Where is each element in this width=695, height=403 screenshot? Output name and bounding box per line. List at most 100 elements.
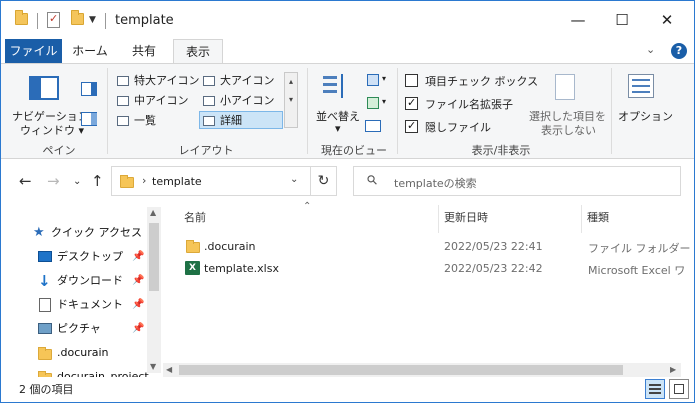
minimize-button[interactable]: — (563, 7, 593, 33)
options-icon[interactable] (628, 74, 654, 98)
up-arrow-icon[interactable]: ↑ (91, 172, 104, 190)
quick-access-dropdown-icon[interactable]: ▼ (89, 15, 96, 25)
navpane-item-quick-access[interactable]: ★ クイック アクセス (1, 222, 147, 244)
size-columns-icon[interactable] (365, 120, 381, 132)
pin-icon[interactable]: 📌 (132, 270, 144, 292)
options-label[interactable]: オプション (618, 108, 673, 124)
tab-view[interactable]: 表示 (173, 39, 223, 64)
small-icons-icon (203, 96, 215, 106)
scroll-down-arrow-icon[interactable]: ▼ (150, 362, 156, 371)
close-button[interactable]: ✕ (652, 7, 682, 33)
file-name-extensions-label[interactable]: ファイル名拡張子 (425, 96, 513, 112)
back-arrow-icon[interactable]: ← (19, 172, 32, 190)
scroll-up-arrow-icon[interactable]: ▲ (150, 208, 156, 217)
explorer-window: ▼ template — ☐ ✕ ファイル ホーム 共有 表示 ⌄ ? ナビゲー… (0, 0, 695, 403)
large-icons-icon (203, 76, 215, 86)
add-columns-dropdown-icon[interactable]: ▾ (382, 97, 386, 106)
status-bar (1, 377, 694, 402)
group-label-layout: レイアウト (178, 144, 234, 157)
tab-share[interactable]: 共有 (121, 39, 167, 63)
item-check-boxes-checkbox[interactable] (405, 74, 418, 87)
layout-medium-icons[interactable]: 中アイコン (114, 92, 198, 110)
star-icon: ★ (33, 225, 45, 240)
preview-pane-icon[interactable] (81, 82, 97, 96)
divider[interactable] (581, 205, 582, 233)
group-by-icon[interactable] (367, 74, 379, 86)
navigation-pane-label-2[interactable]: ウィンドウ ▾ (20, 122, 84, 138)
navigation-pane-icon[interactable] (29, 76, 59, 100)
file-name-extensions-checkbox[interactable] (405, 96, 418, 110)
forward-arrow-icon[interactable]: → (47, 172, 60, 190)
ribbon-tabs: ファイル ホーム 共有 表示 ⌄ (1, 39, 694, 64)
hide-selected-label-2[interactable]: 表示しない (541, 122, 596, 138)
add-columns-icon[interactable] (367, 97, 379, 109)
file-type: ファイル フォルダー (588, 242, 691, 255)
hidden-items-checkbox[interactable] (405, 119, 418, 133)
maximize-button[interactable]: ☐ (607, 7, 637, 33)
address-bar[interactable]: › template ⌄ (111, 166, 311, 196)
item-count: 2 個の項目 (19, 383, 74, 396)
extra-large-icons-icon (117, 76, 129, 86)
column-header-date[interactable]: 更新日時 (444, 209, 488, 225)
pin-icon[interactable]: 📌 (132, 246, 144, 268)
navpane-item-docurain-project[interactable]: docurain_project (1, 366, 149, 377)
large-icons-view-button[interactable] (669, 379, 689, 399)
group-by-dropdown-icon[interactable]: ▾ (382, 74, 386, 83)
title-bar: ▼ template — ☐ ✕ (1, 1, 694, 39)
layout-small-icons[interactable]: 小アイコン (200, 92, 284, 110)
divider[interactable] (438, 205, 439, 233)
hide-selected-items-icon[interactable] (555, 74, 575, 100)
document-icon (39, 298, 51, 312)
details-view-button[interactable] (645, 379, 665, 399)
tab-file[interactable]: ファイル (5, 39, 62, 63)
list-icon (117, 116, 129, 126)
ribbon-collapse-icon[interactable]: ⌄ (646, 43, 655, 56)
details-pane-icon[interactable] (81, 112, 97, 126)
ribbon: ナビゲーション ウィンドウ ▾ ペイン 特大アイコン 大アイコン 中アイコン 小… (1, 63, 694, 159)
search-box[interactable]: ⚲ templateの検索 (353, 166, 681, 196)
divider (397, 68, 398, 154)
search-input[interactable]: templateの検索 (394, 175, 477, 191)
navpane-item-desktop[interactable]: デスクトップ 📌 (1, 246, 147, 268)
hidden-items-label[interactable]: 隠しファイル (425, 119, 491, 135)
layout-gallery-scroll[interactable]: ▴ ▾ (284, 72, 298, 128)
scroll-right-arrow-icon[interactable]: ▶ (670, 365, 676, 374)
navpane-item-docurain[interactable]: .docurain (1, 342, 147, 364)
recent-locations-icon[interactable]: ⌄ (73, 176, 81, 187)
address-dropdown-icon[interactable]: ⌄ (290, 174, 298, 185)
layout-large-icons[interactable]: 大アイコン (200, 72, 284, 90)
divider (105, 13, 106, 29)
tab-home[interactable]: ホーム (67, 39, 113, 63)
navpane-scroll-thumb[interactable] (149, 223, 159, 291)
column-header-type[interactable]: 種類 (587, 209, 609, 225)
properties-check-icon[interactable] (47, 12, 60, 28)
item-check-boxes-label[interactable]: 項目チェック ボックス (425, 73, 538, 89)
layout-extra-large-icons[interactable]: 特大アイコン (114, 72, 199, 90)
file-name[interactable]: .docurain (204, 240, 256, 253)
divider (107, 68, 108, 154)
column-header-name[interactable]: 名前 (184, 209, 206, 225)
navpane-item-documents[interactable]: ドキュメント 📌 (1, 294, 147, 316)
path-chevron-icon[interactable]: › (142, 174, 146, 187)
sort-by-dropdown-icon[interactable]: ▾ (335, 122, 341, 135)
refresh-icon[interactable]: ↻ (311, 166, 337, 196)
navigation-pane: ★ クイック アクセス デスクトップ 📌 ↓ ダウンロード 📌 ドキュメント 📌… (1, 203, 161, 377)
pin-icon[interactable]: 📌 (132, 294, 144, 316)
file-type: Microsoft Excel ワ (588, 264, 686, 277)
sort-by-icon[interactable] (323, 74, 349, 100)
navpane-item-pictures[interactable]: ピクチャ 📌 (1, 318, 147, 340)
group-label-show-hide: 表示/非表示 (471, 144, 531, 157)
window-title: template (115, 13, 174, 28)
details-icon (203, 116, 215, 126)
horizontal-scroll-thumb[interactable] (179, 365, 623, 375)
pin-icon[interactable]: 📌 (132, 318, 144, 340)
file-name[interactable]: template.xlsx (204, 262, 279, 275)
layout-list[interactable]: 一覧 (114, 112, 198, 130)
help-icon[interactable]: ? (671, 43, 687, 59)
scroll-left-arrow-icon[interactable]: ◀ (166, 365, 172, 374)
path-segment[interactable]: template (152, 175, 202, 188)
divider (307, 68, 308, 154)
navpane-item-downloads[interactable]: ↓ ダウンロード 📌 (1, 270, 147, 292)
layout-details[interactable]: 詳細 (199, 111, 283, 129)
new-folder-icon[interactable] (71, 10, 84, 25)
